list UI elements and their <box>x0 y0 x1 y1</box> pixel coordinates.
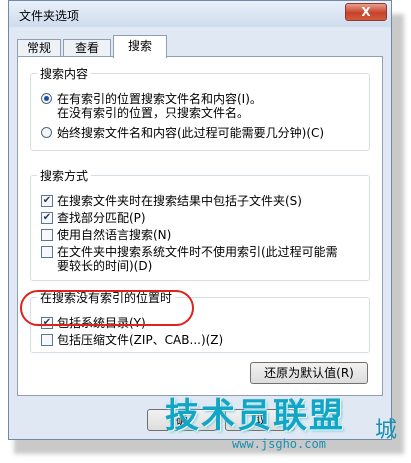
group-search-method: 搜索方式 ✔ 在搜索文件夹时在搜索结果中包括子文件夹(S) ✔ 查找部分匹配(P… <box>30 167 370 281</box>
group-title-non-indexed: 在搜索没有索引的位置时 <box>40 291 173 305</box>
group-non-indexed-locations: 在搜索没有索引的位置时 ✔ 包括系统目录(Y) 包括压缩文件(ZIP、CAB..… <box>30 289 370 353</box>
group-title-search-method: 搜索方式 <box>40 169 89 183</box>
tab-general[interactable]: 常规 <box>17 39 61 57</box>
checkbox-label: 查找部分匹配(P) <box>57 211 146 225</box>
checkbox-label: 在搜索文件夹时在搜索结果中包括子文件夹(S) <box>57 194 302 208</box>
checkbox-checked[interactable]: ✔ <box>41 317 53 329</box>
checkbox-checked[interactable]: ✔ <box>41 195 53 207</box>
radio-button[interactable] <box>41 127 52 138</box>
radio-label-line-1: 在有索引的位置搜索文件名和内容(I)。 <box>57 92 262 106</box>
restore-defaults-button[interactable]: 还原为默认值(R) <box>250 362 368 384</box>
checkbox-unchecked[interactable] <box>41 229 53 241</box>
radio-label: 始终搜索文件名和内容(此过程可能需要几分钟)(C) <box>57 126 325 140</box>
tab-search[interactable]: 搜索 <box>113 35 167 58</box>
checkbox-checked[interactable]: ✔ <box>41 212 53 224</box>
checkbox-unchecked[interactable] <box>41 334 53 346</box>
checkbox-label: 包括压缩文件(ZIP、CAB...)(Z) <box>57 333 224 347</box>
folder-options-dialog: 文件夹选项 X 常规 查看 搜索 搜索内容 在有索引的位置搜索文件名和内容(I)… <box>8 0 392 440</box>
group-title-search-content: 搜索内容 <box>40 67 89 81</box>
close-icon: X <box>361 5 371 19</box>
watermark-url: www.jsgho.com <box>232 437 326 451</box>
checkbox-label-line-1: 在文件夹中搜索系统文件时不使用索引(此过程可能需 <box>57 245 338 259</box>
watermark-logo-text: 技术员联盟 <box>165 396 345 436</box>
radio-label-line-2: 在没有索引的位置，只搜索文件名。 <box>57 106 250 120</box>
checkbox-unchecked[interactable] <box>41 246 53 258</box>
watermark-side-char: 城 <box>375 418 398 443</box>
group-search-content: 搜索内容 在有索引的位置搜索文件名和内容(I)。 在没有索引的位置，只搜索文件名… <box>30 65 370 151</box>
window-title: 文件夹选项 <box>19 9 80 23</box>
checkbox-label: 使用自然语言搜索(N) <box>57 228 172 242</box>
checkbox-label: 包括系统目录(Y) <box>57 316 146 330</box>
title-bar: 文件夹选项 X <box>9 1 391 27</box>
checkbox-label-line-2: 要较长的时间)(D) <box>57 259 153 273</box>
radio-button-selected[interactable] <box>41 93 52 104</box>
search-tab-panel: 搜索内容 在有索引的位置搜索文件名和内容(I)。 在没有索引的位置，只搜索文件名… <box>17 56 383 396</box>
tab-view[interactable]: 查看 <box>63 39 111 57</box>
close-button[interactable]: X <box>345 3 387 21</box>
